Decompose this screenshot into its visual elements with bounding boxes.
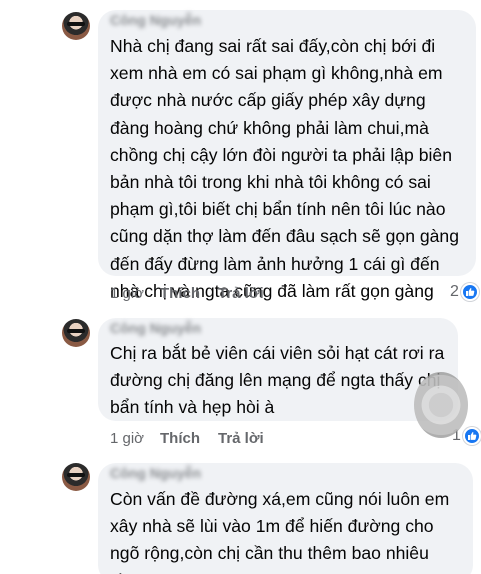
comment-actions: 1 giờ Thích Trả lời — [110, 283, 264, 303]
like-thumb-icon — [462, 427, 481, 445]
reply-button[interactable]: Trả lời — [218, 285, 264, 302]
comment-author[interactable]: Công Nguyễn — [110, 12, 201, 30]
comment-time[interactable]: 1 giờ — [110, 285, 160, 302]
comment-text: Còn vấn đề đường xá,em cũng nói luôn em … — [110, 489, 450, 574]
comment-bubble: Công Nguyễn Chị ra bắt bẻ viên cái viên … — [98, 318, 458, 421]
comment-time[interactable]: 1 giờ — [110, 430, 160, 447]
comment-text: Nhà chị đang sai rất sai đấy,còn chị bới… — [110, 36, 460, 301]
comment-actions: 1 giờ Thích Trả lời — [110, 428, 264, 448]
comment-author[interactable]: Công Nguyễn — [110, 320, 201, 338]
like-button[interactable]: Thích — [160, 285, 218, 302]
avatar[interactable] — [62, 319, 90, 347]
like-thumb-icon — [460, 283, 479, 301]
reply-button[interactable]: Trả lời — [218, 430, 264, 447]
comment-author[interactable]: Công Nguyễn — [110, 465, 201, 483]
reaction-summary[interactable]: 2 — [450, 281, 479, 303]
comment-text: Chị ra bắt bẻ viên cái viên sỏi hạt cát … — [110, 343, 445, 418]
like-button[interactable]: Thích — [160, 430, 218, 447]
comment-bubble: Công Nguyễn Còn vấn đề đường xá,em cũng … — [98, 463, 473, 574]
reaction-count: 2 — [450, 283, 459, 300]
avatar[interactable] — [62, 463, 90, 491]
comment-bubble: Công Nguyễn Nhà chị đang sai rất sai đấy… — [98, 10, 476, 301]
avatar[interactable] — [62, 12, 90, 40]
assistive-touch-button[interactable] — [414, 372, 468, 438]
